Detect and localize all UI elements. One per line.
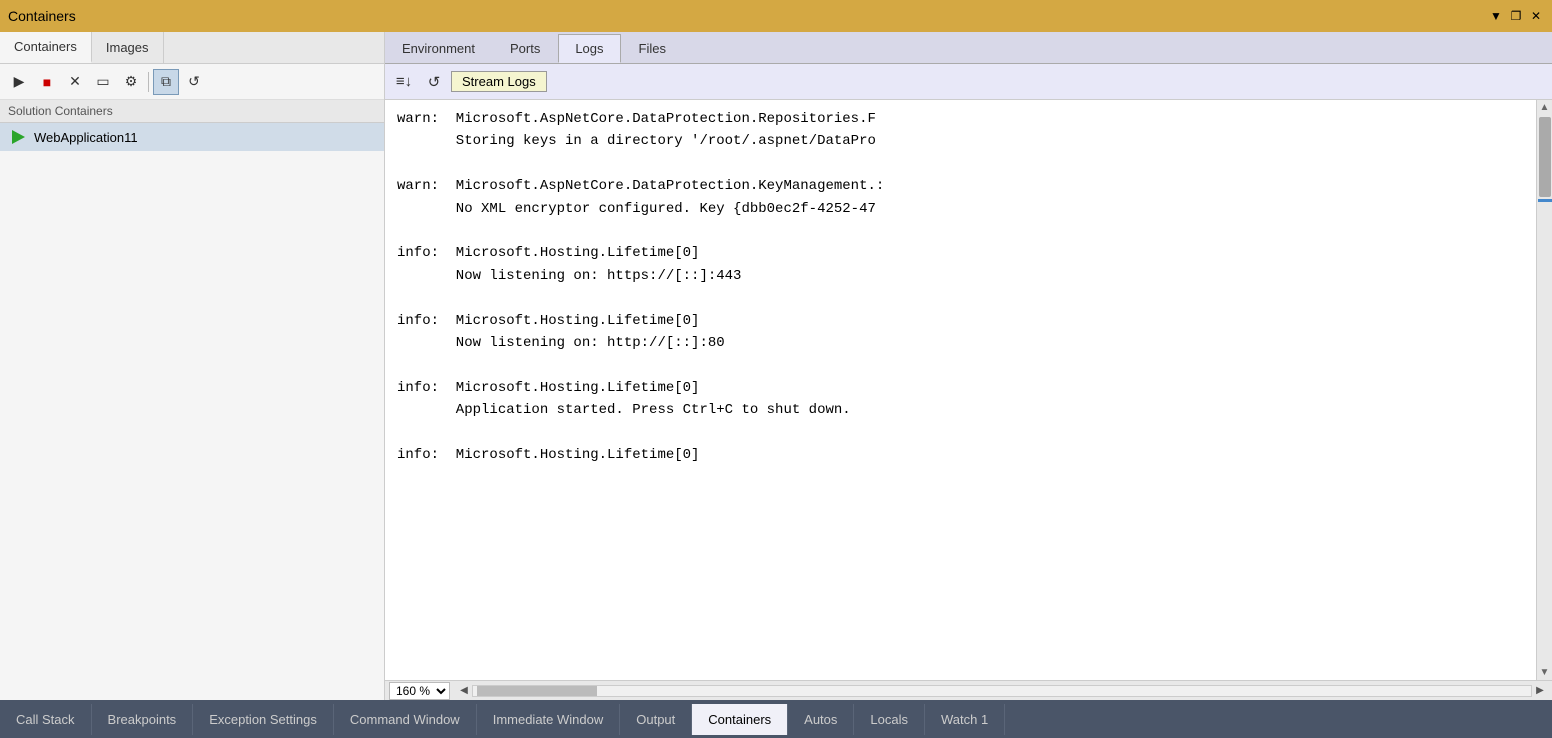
content-area: Environment Ports Logs Files ≡↓ ↺ Stream… [385,32,1552,700]
bottom-tab-exception-settings[interactable]: Exception Settings [193,704,334,735]
log-line: info: Microsoft.Hosting.Lifetime[0] [397,377,1524,399]
bottom-scroll-bar: 160 % 100 % 75 % ◀ ▶ [385,680,1552,700]
scroll-up-arrow[interactable]: ▲ [1540,102,1550,113]
sidebar-items: WebApplication11 [0,123,384,700]
main-area: Containers Images ▶ ■ ✕ ▭ ⚙ ⧉ ↺ Solution… [0,32,1552,700]
refresh-logs-button[interactable]: ↺ [421,69,447,95]
play-triangle-icon [12,130,25,144]
h-scroll-track[interactable] [472,685,1532,697]
vertical-scrollbar[interactable]: ▲ ▼ [1536,100,1552,680]
bottom-tab-locals[interactable]: Locals [854,704,925,735]
tab-files[interactable]: Files [622,34,683,63]
log-line: Now listening on: http://[::]:80 [397,332,1524,354]
log-line [397,287,1524,309]
bottom-tab-immediate-window[interactable]: Immediate Window [477,704,621,735]
running-icon [10,129,26,145]
bottom-tab-output[interactable]: Output [620,704,692,735]
start-button[interactable]: ▶ [6,69,32,95]
log-line: info: Microsoft.Hosting.Lifetime[0] [397,444,1524,466]
tab-environment[interactable]: Environment [385,34,492,63]
sidebar: Containers Images ▶ ■ ✕ ▭ ⚙ ⧉ ↺ Solution… [0,32,385,700]
scroll-accent [1538,199,1552,202]
log-line [397,421,1524,443]
container-item-webapplication11[interactable]: WebApplication11 [0,123,384,151]
zoom-select[interactable]: 160 % 100 % 75 % [389,682,450,700]
refresh-button[interactable]: ↺ [181,69,207,95]
tab-ports[interactable]: Ports [493,34,557,63]
log-line: info: Microsoft.Hosting.Lifetime[0] [397,242,1524,264]
bottom-tabs: Call Stack Breakpoints Exception Setting… [0,700,1552,738]
toolbar-sep [148,72,149,92]
sidebar-tab-images[interactable]: Images [92,32,164,63]
log-line [397,153,1524,175]
scroll-down-arrow[interactable]: ▼ [1540,667,1550,678]
sidebar-toolbar: ▶ ■ ✕ ▭ ⚙ ⧉ ↺ [0,64,384,100]
bottom-tab-containers[interactable]: Containers [692,704,788,735]
solution-containers-label: Solution Containers [0,100,384,123]
log-line: Now listening on: https://[::]:443 [397,265,1524,287]
restore-btn[interactable]: ❐ [1508,8,1524,24]
log-line: warn: Microsoft.AspNetCore.DataProtectio… [397,175,1524,197]
log-line: No XML encryptor configured. Key {dbb0ec… [397,198,1524,220]
log-line: info: Microsoft.Hosting.Lifetime[0] [397,310,1524,332]
bottom-tab-autos[interactable]: Autos [788,704,854,735]
h-scroll-thumb[interactable] [477,686,597,696]
title-bar: Containers ▼ ❐ ✕ [0,0,1552,32]
log-line: Storing keys in a directory '/root/.aspn… [397,130,1524,152]
log-line [397,354,1524,376]
h-scroll-left-arrow[interactable]: ◀ [456,683,472,699]
log-line: warn: Microsoft.AspNetCore.DataProtectio… [397,108,1524,130]
content-tabs: Environment Ports Logs Files [385,32,1552,64]
settings-button[interactable]: ⚙ [118,69,144,95]
log-line: Application started. Press Ctrl+C to shu… [397,399,1524,421]
window-title: Containers [8,8,76,24]
bottom-tab-watch1[interactable]: Watch 1 [925,704,1005,735]
dropdown-btn[interactable]: ▼ [1488,8,1504,24]
copy-button[interactable]: ⧉ [153,69,179,95]
sidebar-tabs: Containers Images [0,32,384,64]
scroll-to-end-button[interactable]: ≡↓ [391,69,417,95]
container-item-label: WebApplication11 [34,130,138,145]
log-wrapper: warn: Microsoft.AspNetCore.DataProtectio… [385,100,1552,680]
bottom-tab-command-window[interactable]: Command Window [334,704,477,735]
sidebar-tab-containers[interactable]: Containers [0,32,92,63]
content-toolbar: ≡↓ ↺ Stream Logs [385,64,1552,100]
stream-logs-button[interactable]: Stream Logs [451,71,547,92]
h-scroll-right-arrow[interactable]: ▶ [1532,683,1548,699]
stop-button[interactable]: ■ [34,69,60,95]
zoom-selector[interactable]: 160 % 100 % 75 % [389,682,450,700]
bottom-tab-breakpoints[interactable]: Breakpoints [92,704,194,735]
title-bar-left: Containers [8,8,76,24]
tab-logs[interactable]: Logs [558,34,620,63]
close-btn[interactable]: ✕ [1528,8,1544,24]
scroll-thumb[interactable] [1539,117,1551,197]
remove-button[interactable]: ✕ [62,69,88,95]
terminal-button[interactable]: ▭ [90,69,116,95]
bottom-tab-call-stack[interactable]: Call Stack [0,704,92,735]
log-line [397,220,1524,242]
log-output[interactable]: warn: Microsoft.AspNetCore.DataProtectio… [385,100,1536,680]
title-bar-controls: ▼ ❐ ✕ [1488,8,1544,24]
